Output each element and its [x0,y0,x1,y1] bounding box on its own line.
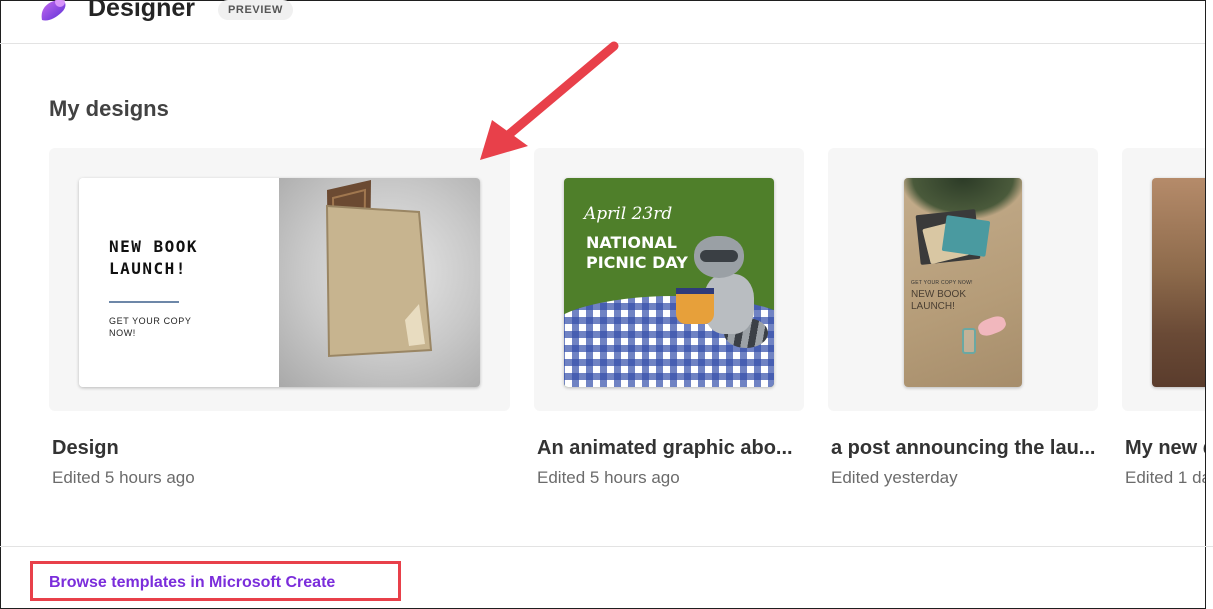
window-edge [1205,0,1213,609]
open-book-icon [325,180,433,358]
design-card[interactable] [1122,148,1213,411]
design-name[interactable]: My new d [1125,437,1213,460]
thumbnail-title: NEW BOOK LAUNCH! [911,289,967,312]
design-card[interactable]: April 23rd NATIONAL PICNIC DAY [534,148,804,411]
annotation-arrow-icon [480,41,619,160]
design-thumbnail[interactable]: GET YOUR COPY NOW! NEW BOOK LAUNCH! [904,178,1022,387]
design-thumbnail[interactable]: April 23rd NATIONAL PICNIC DAY [564,178,774,387]
thumbnail-cta: GET YOUR COPY NOW! [109,316,192,338]
notebook-image [941,215,991,257]
app-title: Designer [88,0,195,22]
thumbnail-divider [109,301,179,303]
preview-badge: PREVIEW [218,0,293,20]
designer-logo-icon [41,0,66,21]
design-name[interactable]: An animated graphic abo... [537,437,799,460]
design-name[interactable]: a post announcing the lau... [831,437,1101,460]
design-edited-time: Edited 1 da [1125,468,1212,487]
design-thumbnail[interactable]: NEW BOOK LAUNCH! GET YOUR COPY NOW! [79,178,480,387]
thumbnail-title: NATIONAL PICNIC DAY [586,233,688,272]
design-edited-time: Edited 5 hours ago [52,468,195,487]
thumbnail-title: NEW BOOK LAUNCH! [109,237,199,278]
berry-basket-icon [676,288,714,324]
design-card[interactable]: NEW BOOK LAUNCH! GET YOUR COPY NOW! [49,148,510,411]
section-title: My designs [49,96,169,121]
raccoon-mask [700,250,738,262]
design-edited-time: Edited yesterday [831,468,958,487]
design-thumbnail[interactable] [1152,178,1213,387]
thumbnail-text-panel: NEW BOOK LAUNCH! GET YOUR COPY NOW! [79,178,279,387]
bow-decoration [976,313,1008,339]
design-edited-time: Edited 5 hours ago [537,468,680,487]
annotation-highlight-box [30,561,401,601]
design-name[interactable]: Design [52,437,119,460]
thumbnail-date: April 23rd [584,204,673,224]
jar-decoration [962,328,976,354]
thumbnail-small-text: GET YOUR COPY NOW! [911,280,973,286]
thumbnail-book-image [279,178,480,387]
design-card[interactable]: GET YOUR COPY NOW! NEW BOOK LAUNCH! [828,148,1098,411]
